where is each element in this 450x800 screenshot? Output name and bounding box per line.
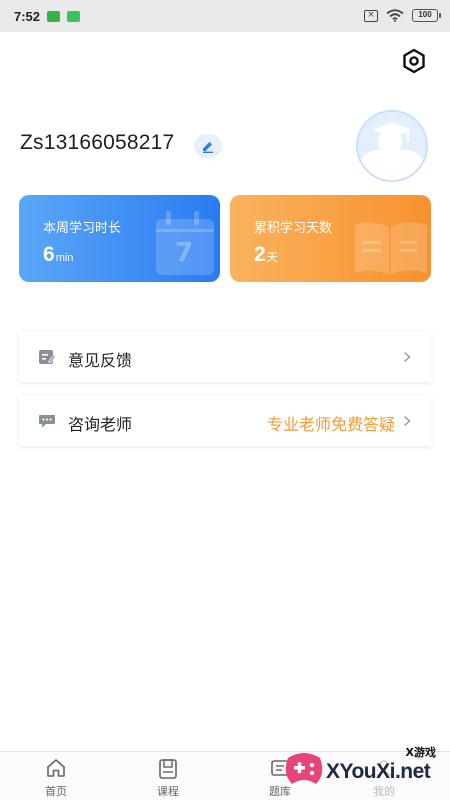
username: Zs13166058217 <box>20 131 175 154</box>
consult-teacher-hint: 专业老师免费答疑 <box>266 415 395 434</box>
tab-home[interactable]: 首页 <box>19 752 93 800</box>
watermark: X游戏 XYouXi.net <box>282 738 450 800</box>
graduate-avatar-icon <box>356 110 428 182</box>
status-bar: 7:52 × 100 <box>0 0 450 32</box>
battery-indicator: 100 <box>412 9 441 22</box>
svg-text:7: 7 <box>175 238 193 268</box>
status-time: 7:52 <box>14 8 41 24</box>
weekly-study-time-label: 本周学习时长 <box>43 221 122 236</box>
avatar[interactable] <box>350 110 434 182</box>
watermark-text: XYouXi.net <box>326 760 431 783</box>
tab-courses[interactable]: 课程 <box>131 752 205 800</box>
weekly-study-time-number: 6 <box>43 243 55 266</box>
edit-name-button[interactable] <box>194 134 222 158</box>
weekly-study-time-value: 6min <box>43 243 73 267</box>
no-sim-icon: × <box>364 9 378 22</box>
calendar-icon: 7 <box>156 211 214 275</box>
chevron-right-icon <box>403 415 411 427</box>
feedback-icon <box>39 350 56 364</box>
tab-courses-label: 课程 <box>157 785 179 798</box>
pencil-icon <box>203 142 213 153</box>
chat-bubble-icon <box>39 415 55 428</box>
watermark-small-text: X游戏 <box>405 746 436 759</box>
hexagon-settings-icon <box>403 48 425 74</box>
total-study-days-value: 2天 <box>254 243 278 267</box>
watermark-logo-icon <box>285 753 323 784</box>
chevron-right-icon <box>403 351 411 363</box>
weekly-study-time-unit: min <box>55 252 74 264</box>
wechat-notification-icon <box>67 10 81 22</box>
feedback-label: 意见反馈 <box>68 351 133 370</box>
consult-teacher-label: 咨询老师 <box>68 415 133 434</box>
feedback-row[interactable]: 意见反馈 <box>19 332 431 382</box>
total-study-days-label: 累积学习天数 <box>254 221 333 236</box>
notification-app-icon <box>47 10 61 22</box>
total-study-days-unit: 天 <box>266 252 278 264</box>
total-study-days-number: 2 <box>254 243 266 266</box>
consult-teacher-row[interactable]: 咨询老师 专业老师免费答疑 <box>19 396 431 446</box>
book-icon <box>159 759 177 779</box>
weekly-study-time-card[interactable]: 7 本周学习时长 6min <box>19 195 220 282</box>
tab-home-label: 首页 <box>45 785 67 798</box>
settings-button[interactable] <box>400 47 428 75</box>
wifi-icon <box>386 9 404 22</box>
home-icon <box>47 759 65 777</box>
open-book-icon <box>355 222 427 275</box>
total-study-days-card[interactable]: 累积学习天数 2天 <box>230 195 431 282</box>
